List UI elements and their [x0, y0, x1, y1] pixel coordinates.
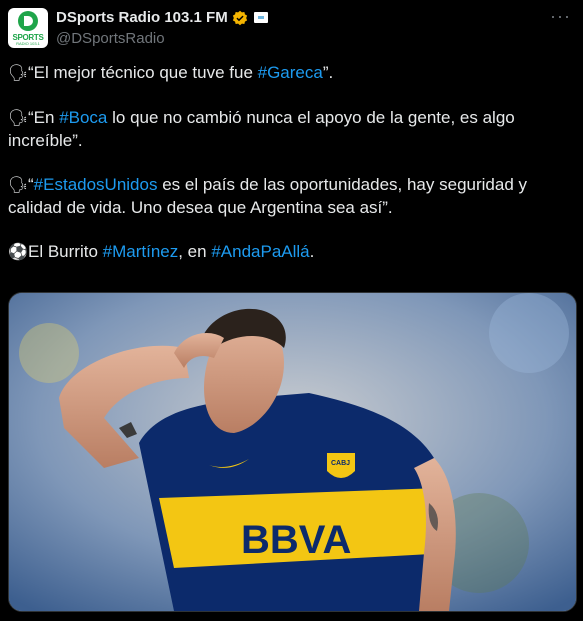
tweet-paragraph: 🗣“En #Boca lo que no cambió nunca el apo… — [8, 108, 520, 150]
tweet-photo[interactable]: BBVA CABJ — [8, 292, 577, 612]
speaking-head-icon: 🗣 — [8, 177, 29, 194]
hashtag-link[interactable]: #Martínez — [103, 242, 179, 261]
affiliate-flag-icon[interactable] — [253, 12, 268, 23]
tweet-paragraph: 🗣“El mejor técnico que tuve fue #Gareca”… — [8, 62, 575, 85]
verified-badge-icon[interactable] — [232, 10, 248, 26]
tweet: SPORTS RADIO 103.1 DSports Radio 103.1 F… — [0, 0, 583, 621]
hashtag-link[interactable]: #EstadosUnidos — [34, 175, 158, 194]
author-name[interactable]: DSports Radio 103.1 FM — [56, 9, 228, 26]
hashtag-link[interactable]: #Gareca — [258, 63, 323, 82]
tweet-header: SPORTS RADIO 103.1 DSports Radio 103.1 F… — [8, 7, 573, 52]
tweet-paragraph: 🗣“#EstadosUnidos es el país de las oport… — [8, 175, 532, 217]
more-options-icon[interactable]: ··· — [550, 7, 571, 25]
soccer-ball-icon: ⚽ — [8, 244, 28, 261]
hashtag-link[interactable]: #Boca — [59, 108, 107, 127]
avatar-brand-subtext: RADIO 103.1 — [16, 41, 40, 46]
tweet-text: 🗣“El mejor técnico que tuve fue #Gareca”… — [8, 62, 575, 264]
speaking-head-icon: 🗣 — [8, 110, 29, 127]
jersey-sponsor-text: BBVA — [241, 518, 351, 562]
speaking-head-icon: 🗣 — [8, 65, 29, 82]
avatar[interactable]: SPORTS RADIO 103.1 — [8, 8, 48, 48]
author-name-row: DSports Radio 103.1 FM — [56, 9, 268, 26]
author-handle[interactable]: @DSportsRadio — [56, 30, 165, 47]
club-badge-text: CABJ — [331, 460, 350, 467]
player-photo: BBVA CABJ — [9, 293, 576, 611]
hashtag-link[interactable]: #AndaPaAllá — [211, 242, 309, 261]
tweet-paragraph: ⚽El Burrito #Martínez, en #AndaPaAllá. — [8, 241, 575, 264]
